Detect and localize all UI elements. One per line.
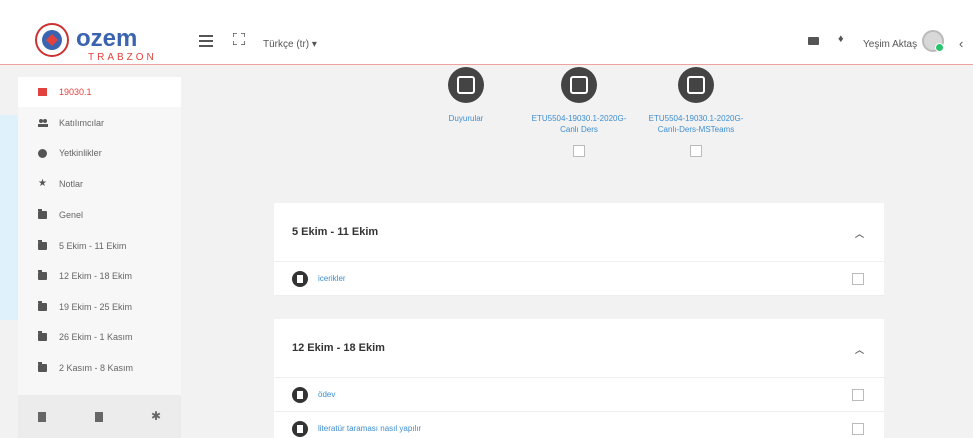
sidebar-item-week[interactable]: 2 Kasım - 8 Kasım [18, 353, 181, 383]
logo-graphic: ozem TRABZON [35, 23, 157, 63]
sidebar-item-competencies[interactable]: Yetkinlikler [18, 138, 181, 168]
sidebar-item-course[interactable]: 19030.1 [18, 77, 181, 107]
sidebar-item-label: 19030.1 [59, 87, 92, 97]
section-header[interactable]: 12 Ekim - 18 Ekim ︿ [274, 319, 884, 378]
activity-live-class[interactable]: ETU5504-19030.1-2020G- Canlı Ders [526, 67, 632, 157]
list-item[interactable]: ödev [274, 378, 884, 412]
activity-link[interactable]: literatür taraması nasıl yapılır [318, 424, 421, 433]
activity-link[interactable]: ödev [318, 390, 335, 399]
list-item[interactable]: icerikler [274, 262, 884, 296]
chevron-up-icon[interactable]: ︿ [855, 227, 864, 240]
sidebar-item-label: Yetkinlikler [59, 148, 102, 158]
section-title: 5 Ekim - 11 Ekim [292, 226, 379, 238]
check-circle-icon [38, 148, 47, 158]
logo-text: ozem [76, 25, 137, 52]
star-icon: ★ [38, 178, 47, 189]
activity-label-line1: ETU5504-19030.1-2020G- [531, 114, 627, 123]
activity-label-line1: ETU5504-19030.1-2020G- [648, 114, 744, 123]
activity-label: Duyurular [448, 114, 484, 123]
completion-checkbox[interactable] [852, 423, 864, 435]
sidebar-item-participants[interactable]: Katılımcılar [18, 108, 181, 138]
sidebar-item-label: 26 Ekim - 1 Kasım [59, 332, 133, 342]
folder-icon [38, 362, 47, 372]
gear-icon[interactable]: ✱ [151, 409, 161, 423]
sidebar-item-label: 5 Ekim - 11 Ekim [59, 241, 127, 251]
sidebar: 19030.1 Katılımcılar Yetkinlikler ★ Notl… [18, 77, 181, 438]
activity-label-line2: Canlı Ders [560, 125, 598, 134]
file-icon [292, 420, 308, 437]
folder-icon [38, 209, 47, 219]
course-icon[interactable] [95, 412, 103, 422]
sidebar-item-general[interactable]: Genel [18, 200, 181, 230]
course-section: 12 Ekim - 18 Ekim ︿ ödev literatür taram… [274, 319, 884, 438]
sidebar-item-label: Katılımcılar [59, 118, 105, 128]
forum-icon [448, 67, 484, 103]
file-icon[interactable] [38, 412, 46, 422]
sidebar-item-week[interactable]: 19 Ekim - 25 Ekim [18, 292, 181, 322]
activity-announcements[interactable]: Duyurular [431, 67, 501, 124]
completion-checkbox[interactable] [573, 145, 585, 157]
presentation-icon [561, 67, 597, 103]
sidebar-item-label: Genel [59, 210, 84, 220]
user-name[interactable]: Yeşim Aktaş [863, 39, 917, 50]
folder-icon [38, 270, 47, 280]
language-selector[interactable]: Türkçe (tr) ▾ [263, 39, 317, 50]
sidebar-item-label: 2 Kasım - 8 Kasım [59, 363, 134, 373]
menu-toggle-icon[interactable] [199, 35, 213, 50]
logo-subtext: TRABZON [88, 52, 157, 63]
mail-icon[interactable] [808, 37, 819, 45]
folder-icon [38, 301, 47, 311]
notification-bell-icon[interactable]: ♦ [838, 33, 844, 45]
file-icon [292, 270, 308, 287]
list-item[interactable]: literatür taraması nasıl yapılır [274, 412, 884, 438]
course-icon [38, 88, 47, 96]
section-header[interactable]: 5 Ekim - 11 Ekim ︿ [274, 203, 884, 262]
completion-checkbox[interactable] [690, 145, 702, 157]
activity-link[interactable]: icerikler [318, 274, 346, 283]
section-title: 12 Ekim - 18 Ekim [292, 342, 385, 354]
activity-label-line2: Canlı-Ders-MSTeams [657, 125, 735, 134]
sidebar-item-grades[interactable]: ★ Notlar [18, 169, 181, 199]
folder-icon [38, 240, 47, 250]
avatar[interactable] [922, 30, 944, 52]
activity-live-class-msteams[interactable]: ETU5504-19030.1-2020G- Canlı-Ders-MSTeam… [641, 67, 751, 157]
users-icon [38, 119, 48, 127]
sidebar-item-label: 19 Ekim - 25 Ekim [59, 302, 133, 312]
course-section: 5 Ekim - 11 Ekim ︿ icerikler [274, 203, 884, 296]
sidebar-footer: ✱ [18, 395, 181, 438]
file-icon [292, 386, 308, 403]
sidebar-item-week[interactable]: 12 Ekim - 18 Ekim [18, 261, 181, 291]
site-logo[interactable]: ozem TRABZON [30, 20, 190, 64]
top-navbar: ozem TRABZON Türkçe (tr) ▾ ♦ Yeşim Aktaş… [0, 0, 973, 65]
sidebar-item-label: Notlar [59, 179, 84, 189]
laptop-icon [678, 67, 714, 103]
chevron-left-icon[interactable]: ‹ [959, 36, 963, 51]
completion-checkbox[interactable] [852, 389, 864, 401]
sidebar-item-week[interactable]: 26 Ekim - 1 Kasım [18, 322, 181, 352]
sidebar-item-label: 12 Ekim - 18 Ekim [59, 271, 133, 281]
folder-icon [38, 331, 47, 341]
sidebar-item-week[interactable]: 5 Ekim - 11 Ekim [18, 231, 181, 261]
completion-checkbox[interactable] [852, 273, 864, 285]
fullscreen-icon[interactable] [233, 33, 245, 45]
chevron-up-icon[interactable]: ︿ [855, 343, 864, 356]
